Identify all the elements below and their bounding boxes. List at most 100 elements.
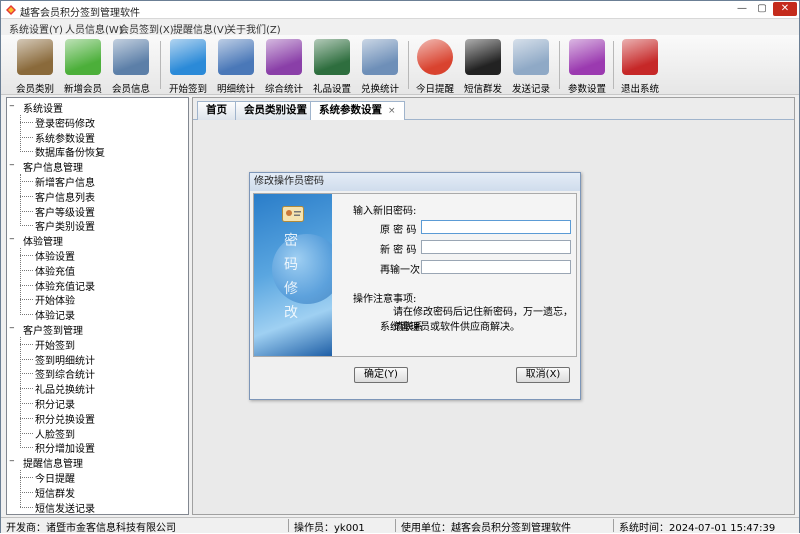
tab-system-params[interactable]: 系统参数设置 × xyxy=(310,101,405,121)
tree-collapse-icon[interactable]: − xyxy=(9,325,16,332)
tab-close-icon[interactable]: × xyxy=(388,106,396,116)
tree-connector xyxy=(20,432,33,434)
menu-bar: 系统设置(Y) 人员信息(W) 会员签到(X) 提醒信息(V) 关于我们(Z) xyxy=(1,19,799,36)
toolbar-send-records[interactable]: 发送记录 xyxy=(507,37,555,95)
maximize-button[interactable]: ▢ xyxy=(753,2,771,16)
globe-graphic xyxy=(272,234,332,304)
password-banner-image: 密 码 修 改 xyxy=(254,194,332,356)
status-time: 系统时间：2024-07-01 15:47:39 xyxy=(619,523,776,534)
tree-connector xyxy=(20,336,21,449)
tree-item[interactable]: 积分兑换设置 xyxy=(35,411,95,426)
new-password-label: 新 密 码 xyxy=(380,245,417,256)
toolbar-sms-broadcast[interactable]: 短信群发 xyxy=(459,37,507,95)
tree-item[interactable]: 积分增加设置 xyxy=(35,440,95,455)
tree-collapse-icon[interactable]: − xyxy=(9,236,16,243)
tree-item[interactable]: 今日提醒 xyxy=(35,470,75,485)
tree-item[interactable]: 开始签到 xyxy=(35,337,75,352)
banner-char: 码 xyxy=(284,257,298,273)
menu-about[interactable]: 关于我们(Z) xyxy=(226,21,281,36)
confirm-password-label: 再输一次 xyxy=(380,265,420,276)
tree-connector xyxy=(20,181,33,182)
new-password-input[interactable] xyxy=(421,240,571,254)
window-title: 越客会员积分签到管理软件 xyxy=(20,8,140,19)
tree-connector xyxy=(20,255,33,256)
tree-connector xyxy=(20,403,33,404)
tree-item[interactable]: 开始体验 xyxy=(35,292,75,307)
tree-connector xyxy=(20,373,33,375)
tree-group[interactable]: 提醒信息管理 xyxy=(23,455,83,470)
password-heading: 输入新旧密码: xyxy=(353,206,417,217)
toolbar-member-category[interactable]: 会员类别 xyxy=(11,37,59,95)
status-unit: 使用单位：越客会员积分签到管理软件 xyxy=(401,523,571,534)
ok-button[interactable]: 确定(Y) xyxy=(354,367,408,383)
tree-item[interactable]: 体验记录 xyxy=(35,307,75,322)
menu-personnel[interactable]: 人员信息(W) xyxy=(65,21,123,36)
tree-item[interactable]: 短信发送记录 xyxy=(35,500,95,514)
toolbar-start-signin[interactable]: 开始签到 xyxy=(164,37,212,95)
tree-connector xyxy=(20,491,33,493)
tab-member-category[interactable]: 会员类别设置 xyxy=(235,101,316,120)
toolbar-summary-stats[interactable]: 综合统计 xyxy=(260,37,308,95)
toolbar-exit[interactable]: 退出系统 xyxy=(616,37,664,95)
gear-icon xyxy=(569,39,605,75)
tree-item[interactable]: 客户类别设置 xyxy=(35,218,95,233)
menu-sign-in[interactable]: 会员签到(X) xyxy=(119,21,174,36)
menu-reminders[interactable]: 提醒信息(V) xyxy=(173,21,228,36)
confirm-password-input[interactable] xyxy=(421,260,571,274)
tree-group[interactable]: 客户签到管理 xyxy=(23,322,83,337)
tree-item[interactable]: 积分记录 xyxy=(35,396,75,411)
nav-tree: − 系统设置 登录密码修改 系统参数设置 数据库备份恢复 − 客户信息管理 新增客户信息 客户信… xyxy=(6,97,189,515)
toolbar-parameter-settings[interactable]: 参数设置 xyxy=(563,37,611,95)
toolbar-member-info[interactable]: 会员信息 xyxy=(107,37,155,95)
tree-item[interactable]: 系统参数设置 xyxy=(35,130,95,145)
menu-system-settings[interactable]: 系统设置(Y) xyxy=(9,21,63,36)
tree-connector xyxy=(20,195,33,197)
toolbar-gift-settings[interactable]: 礼品设置 xyxy=(308,37,356,95)
change-password-dialog: 修改操作员密码 密 码 修 改 输入新旧密码: 原 密 码 新 密 码 再输一次… xyxy=(249,172,581,400)
tree-group[interactable]: 体验管理 xyxy=(23,233,63,248)
minimize-button[interactable]: — xyxy=(733,2,751,16)
toolbar-redeem-stats[interactable]: 兑换统计 xyxy=(356,37,404,95)
tree-item[interactable]: 登录密码修改 xyxy=(35,115,95,130)
tree-item[interactable]: 人脸签到 xyxy=(35,426,75,441)
status-operator: 操作员：yk001 xyxy=(294,523,365,534)
tree-group[interactable]: 客户信息管理 xyxy=(23,159,83,174)
tree-connector xyxy=(20,269,33,271)
tree-connector xyxy=(20,447,33,449)
tree-collapse-icon[interactable]: − xyxy=(9,458,16,465)
tree-group[interactable]: 系统设置 xyxy=(23,100,63,115)
tree-connector xyxy=(20,299,33,301)
tree-connector xyxy=(20,151,33,153)
old-password-input[interactable] xyxy=(421,220,571,234)
dialog-title: 修改操作员密码 xyxy=(250,173,580,191)
tree-item[interactable]: 数据库备份恢复 xyxy=(35,144,105,159)
tree-item[interactable]: 签到综合统计 xyxy=(35,366,95,381)
close-button[interactable]: ✕ xyxy=(773,2,797,16)
tree-item[interactable]: 体验充值记录 xyxy=(35,278,95,293)
tree-item[interactable]: 体验充值 xyxy=(35,263,75,278)
exit-icon xyxy=(622,39,658,75)
toolbar: 会员类别 新增会员 会员信息 开始签到 明细统计 综合统计 礼品设置 兑换统计 … xyxy=(1,35,799,95)
tree-item[interactable]: 客户等级设置 xyxy=(35,204,95,219)
tree-item[interactable]: 新增客户信息 xyxy=(35,174,95,189)
toolbar-today-reminder[interactable]: 今日提醒 xyxy=(411,37,459,95)
tree-item[interactable]: 客户信息列表 xyxy=(35,189,95,204)
tab-strip: 首页 会员类别设置 系统参数设置 × xyxy=(193,98,794,121)
tree-connector xyxy=(20,284,33,286)
tree-item[interactable]: 礼品兑换统计 xyxy=(35,381,95,396)
tree-collapse-icon[interactable]: − xyxy=(9,103,16,110)
status-separator xyxy=(395,519,396,532)
tree-connector xyxy=(20,121,33,123)
tree-item[interactable]: 签到明细统计 xyxy=(35,352,95,367)
toolbar-add-member[interactable]: 新增会员 xyxy=(59,37,107,95)
tree-item[interactable]: 短信群发 xyxy=(35,485,75,500)
status-developer: 开发商：诸暨市金客信息科技有限公司 xyxy=(6,523,176,534)
tree-connector xyxy=(20,477,33,478)
tab-home[interactable]: 首页 xyxy=(197,101,236,120)
cancel-button[interactable]: 取消(X) xyxy=(516,367,570,383)
tree-item[interactable]: 体验设置 xyxy=(35,248,75,263)
tree-collapse-icon[interactable]: − xyxy=(9,162,16,169)
toolbar-detail-stats[interactable]: 明细统计 xyxy=(212,37,260,95)
member-category-icon xyxy=(17,39,53,75)
tree-connector xyxy=(20,174,21,227)
